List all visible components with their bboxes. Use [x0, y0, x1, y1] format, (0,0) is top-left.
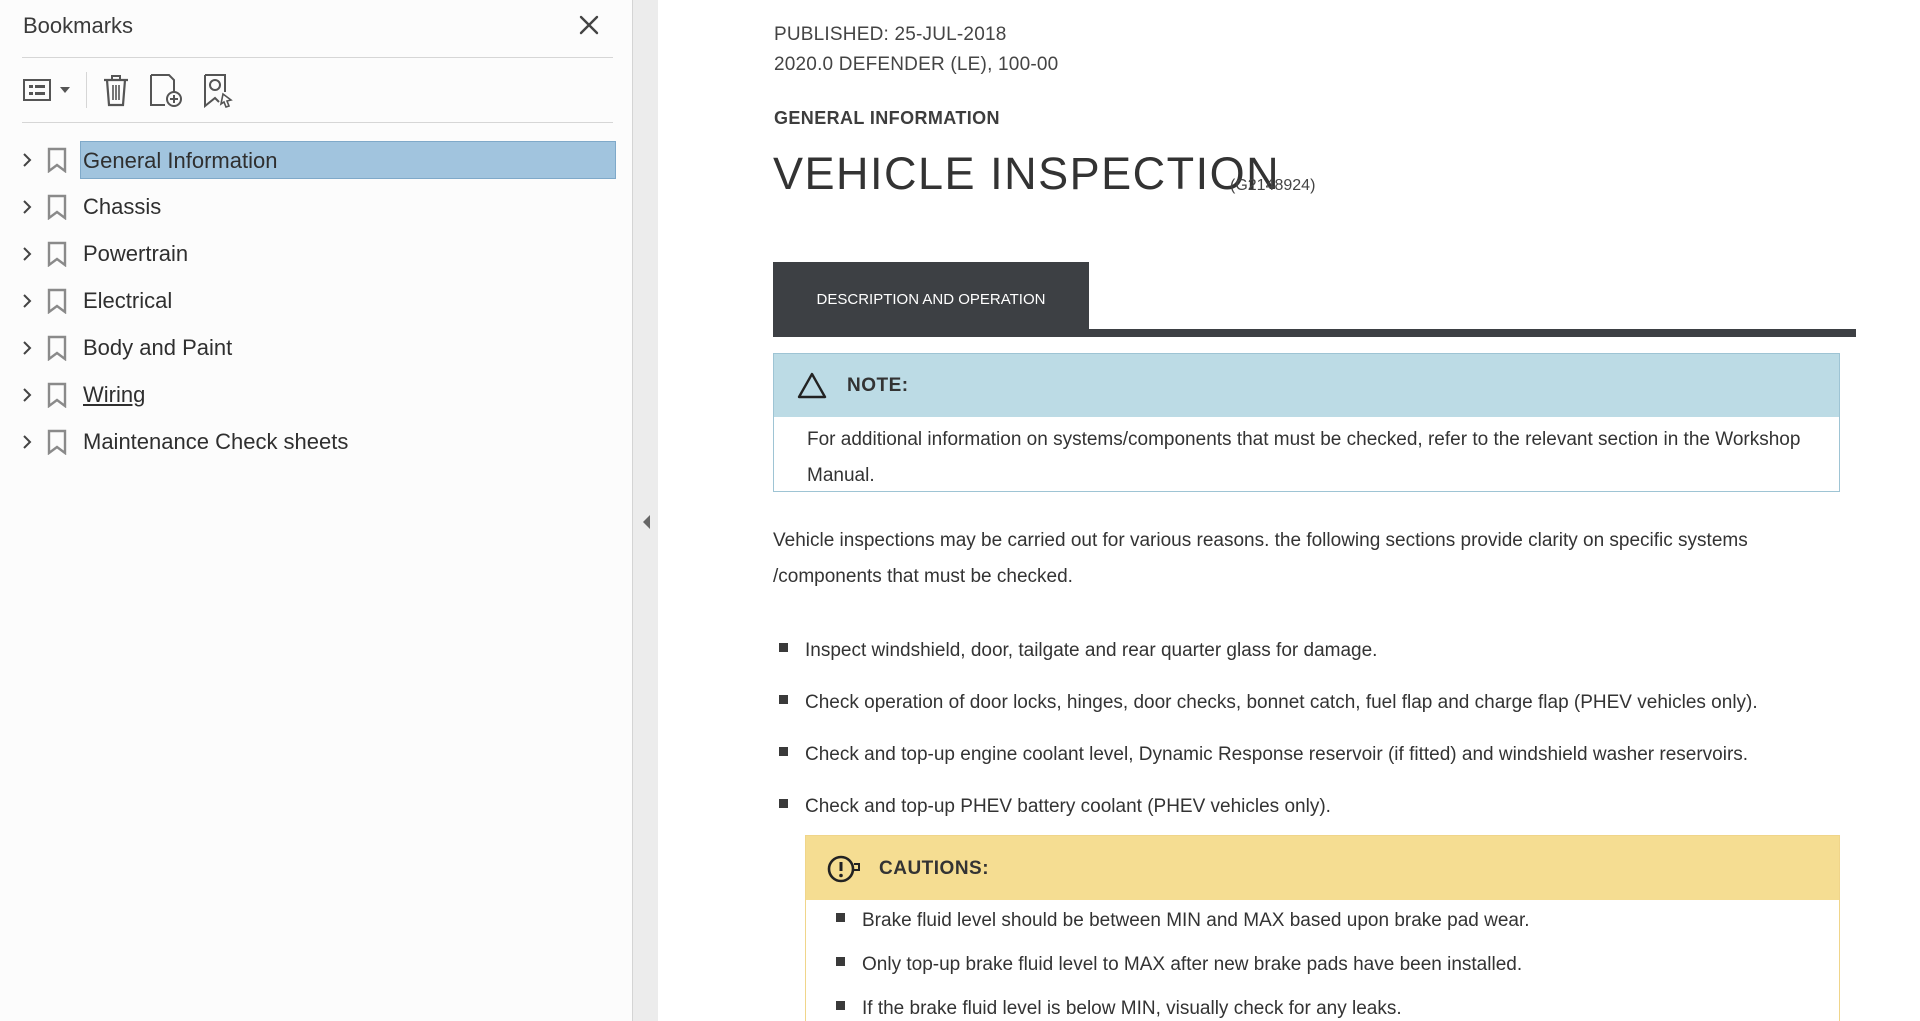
bookmark-label[interactable]: Wiring — [81, 375, 147, 415]
list-item: Brake fluid level should be between MIN … — [836, 910, 1530, 932]
bullet-icon — [779, 695, 788, 704]
chevron-right-icon[interactable] — [18, 433, 36, 451]
bookmark-icon — [47, 241, 67, 267]
list-item: Check and top-up engine coolant level, D… — [779, 744, 1748, 766]
cautions-header: CAUTIONS: — [806, 836, 1839, 900]
page-code: (G2148924) — [1230, 177, 1316, 194]
vehicle-model: 2020.0 DEFENDER (LE), 100-00 — [774, 54, 1059, 75]
tab-underline — [773, 329, 1856, 337]
bookmark-label[interactable]: Body and Paint — [81, 328, 234, 368]
bookmark-icon — [47, 335, 67, 361]
bullet-icon — [836, 1001, 845, 1010]
list-item: Check and top-up PHEV battery coolant (P… — [779, 796, 1331, 818]
bullet-icon — [836, 913, 845, 922]
delete-bookmark-icon[interactable] — [99, 72, 133, 108]
bookmark-label[interactable]: Powertrain — [81, 234, 190, 274]
bookmark-icon — [47, 429, 67, 455]
note-title: NOTE: — [847, 375, 909, 396]
bookmark-icon — [47, 382, 67, 408]
chevron-right-icon[interactable] — [18, 151, 36, 169]
cautions-title: CAUTIONS: — [879, 858, 990, 879]
bullet-icon — [836, 957, 845, 966]
toolbar-separator — [86, 72, 87, 108]
chevron-right-icon[interactable] — [18, 198, 36, 216]
cautions-box: CAUTIONS: Brake fluid level should be be… — [805, 835, 1840, 1021]
bookmark-label[interactable]: Chassis — [81, 187, 163, 227]
list-item: Only top-up brake fluid level to MAX aft… — [836, 954, 1522, 976]
chevron-right-icon[interactable] — [18, 292, 36, 310]
close-icon[interactable] — [576, 12, 602, 38]
bookmark-wiring[interactable]: Wiring — [0, 375, 632, 415]
document-view: PUBLISHED: 25-JUL-2018 2020.0 DEFENDER (… — [658, 0, 1920, 1021]
list-item: Check operation of door locks, hinges, d… — [779, 692, 1758, 714]
warning-triangle-icon — [797, 372, 827, 399]
bookmarks-panel: Bookmarks General Information Chassis Po… — [0, 0, 632, 1021]
tab-description-and-operation[interactable]: DESCRIPTION AND OPERATION — [773, 262, 1089, 330]
caution-exclamation-icon — [827, 855, 860, 883]
bullet-icon — [779, 747, 788, 756]
section-label: GENERAL INFORMATION — [774, 108, 1000, 128]
bookmark-body-and-paint[interactable]: Body and Paint — [0, 328, 632, 368]
bookmark-powertrain[interactable]: Powertrain — [0, 234, 632, 274]
bookmark-icon — [47, 147, 67, 173]
bookmark-icon — [47, 288, 67, 314]
find-current-bookmark-icon[interactable] — [201, 72, 235, 108]
options-list-icon[interactable] — [22, 72, 74, 108]
toolbar-divider — [22, 122, 613, 123]
chevron-right-icon[interactable] — [18, 386, 36, 404]
new-bookmark-icon[interactable] — [147, 72, 185, 108]
page-title: VEHICLE INSPECTION — [773, 148, 1281, 199]
note-box: NOTE: For additional information on syst… — [773, 353, 1840, 492]
bookmark-maintenance-check-sheets[interactable]: Maintenance Check sheets — [0, 422, 632, 462]
note-text: For additional information on systems/co… — [807, 429, 1801, 486]
note-header: NOTE: — [774, 354, 1839, 417]
bookmark-electrical[interactable]: Electrical — [0, 281, 632, 321]
bullet-icon — [779, 799, 788, 808]
collapse-panel-arrow-icon[interactable] — [640, 512, 652, 532]
published-date: PUBLISHED: 25-JUL-2018 — [774, 24, 1007, 45]
panel-splitter[interactable] — [632, 0, 658, 1021]
bookmark-label[interactable]: General Information — [80, 141, 616, 179]
bullet-icon — [779, 643, 788, 652]
list-item: If the brake fluid level is below MIN, v… — [836, 998, 1402, 1020]
bookmark-chassis[interactable]: Chassis — [0, 187, 632, 227]
panel-divider — [22, 57, 613, 58]
list-item: Inspect windshield, door, tailgate and r… — [779, 640, 1377, 662]
chevron-right-icon[interactable] — [18, 339, 36, 357]
chevron-right-icon[interactable] — [18, 245, 36, 263]
intro-paragraph: Vehicle inspections may be carried out f… — [773, 530, 1748, 587]
bookmark-label[interactable]: Maintenance Check sheets — [81, 422, 350, 462]
bookmarks-panel-title: Bookmarks — [23, 13, 134, 38]
bookmark-general-information[interactable]: General Information — [0, 140, 632, 180]
bookmark-icon — [47, 194, 67, 220]
bookmark-label[interactable]: Electrical — [81, 281, 174, 321]
